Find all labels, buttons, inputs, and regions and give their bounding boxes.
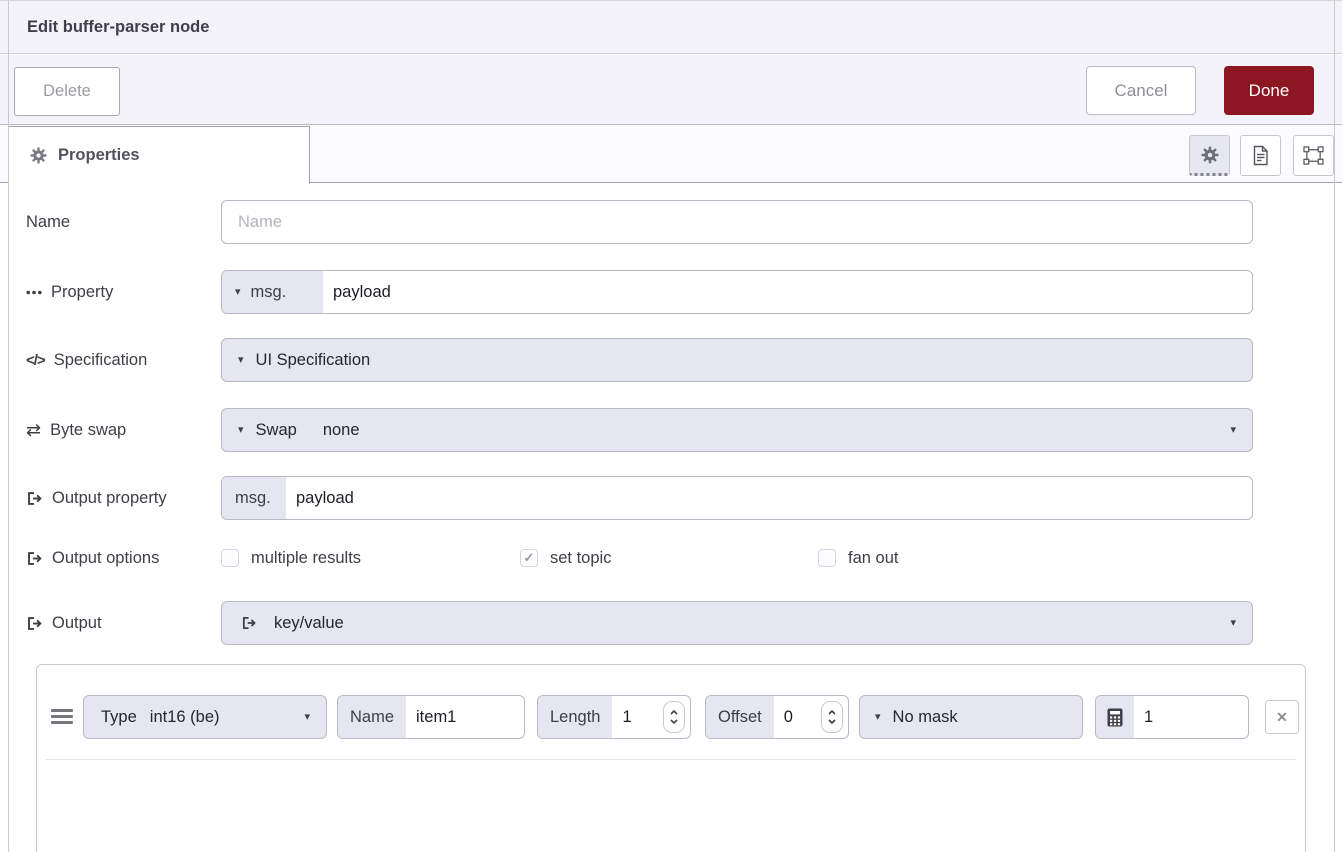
item-name-label: Name	[338, 696, 406, 738]
ellipsis-icon	[26, 290, 42, 295]
description-tab-button[interactable]	[1240, 135, 1281, 176]
name-input[interactable]	[222, 213, 1252, 232]
gear-icon	[1201, 146, 1219, 164]
dialog-right-border	[1334, 1, 1335, 852]
specification-label: </> Specification	[26, 338, 147, 382]
dialog-toolbar: Delete Cancel Done	[0, 55, 1342, 125]
sign-out-icon	[26, 490, 43, 507]
set-topic-option[interactable]: ✓ set topic	[520, 536, 611, 580]
chevron-down-icon: ▾	[875, 712, 881, 723]
output-select[interactable]: key/value ▾	[221, 601, 1253, 645]
dialog-title-bar: Edit buffer-parser node	[0, 1, 1342, 54]
multiple-results-checkbox[interactable]: ✓	[221, 549, 239, 567]
item-offset-label: Offset	[706, 696, 774, 738]
item-name-input[interactable]	[406, 708, 524, 727]
chevron-down-icon: ▾	[235, 287, 241, 298]
output-value: key/value	[274, 614, 344, 633]
close-icon: ✕	[1276, 709, 1288, 726]
sign-out-icon	[241, 615, 257, 631]
cancel-button[interactable]: Cancel	[1086, 66, 1196, 115]
name-label: Name	[26, 200, 70, 244]
items-list-container: Type int16 (be) ▾ Name Length	[36, 664, 1306, 852]
byte-swap-label: ⇄ Byte swap	[26, 408, 126, 452]
specification-select[interactable]: ▾ UI Specification	[221, 338, 1253, 382]
chevron-down-icon: ▾	[238, 425, 244, 436]
byte-swap-select[interactable]: ▾ Swap none ▾	[221, 408, 1253, 452]
item-scale-field	[1095, 695, 1249, 739]
item-mask-value: No mask	[893, 708, 958, 727]
output-property-input[interactable]	[286, 489, 1252, 508]
item-length-label: Length	[538, 696, 612, 738]
appearance-icon	[1303, 146, 1324, 165]
remove-item-button[interactable]: ✕	[1265, 700, 1299, 734]
item-offset-field: Offset	[705, 695, 849, 739]
gear-icon	[30, 147, 47, 164]
chevron-down-icon: ▾	[1230, 425, 1236, 436]
properties-form: Name Property ▾ msg. </> Specification	[9, 184, 1342, 852]
sign-out-icon	[26, 550, 43, 567]
output-property-field: msg.	[221, 476, 1253, 520]
output-label: Output	[26, 601, 102, 645]
item-offset-input[interactable]	[774, 708, 806, 727]
output-property-label: Output property	[26, 476, 167, 520]
item-length-field: Length	[537, 695, 691, 739]
delete-button[interactable]: Delete	[14, 67, 120, 116]
item-mask-select[interactable]: ▾ No mask	[859, 695, 1083, 739]
done-button[interactable]: Done	[1224, 66, 1314, 115]
length-stepper[interactable]	[663, 701, 685, 733]
item-type-value: int16 (be)	[150, 708, 220, 727]
edit-node-dialog: Edit buffer-parser node Delete Cancel Do…	[0, 0, 1342, 852]
fan-out-checkbox[interactable]: ✓	[818, 549, 836, 567]
appearance-tab-button[interactable]	[1293, 135, 1334, 176]
tab-properties[interactable]: Properties	[8, 126, 310, 184]
item-length-input[interactable]	[612, 708, 650, 727]
fan-out-option[interactable]: ✓ fan out	[818, 536, 898, 580]
item-type-select[interactable]: Type int16 (be) ▾	[83, 695, 327, 739]
drag-handle-icon[interactable]	[51, 709, 73, 724]
editor-tab-bar: Properties	[0, 126, 1342, 183]
multiple-results-option[interactable]: ✓ multiple results	[221, 536, 361, 580]
chevron-down-icon: ▾	[304, 712, 310, 723]
output-property-type[interactable]: msg.	[222, 477, 286, 519]
document-icon	[1251, 145, 1270, 166]
name-field	[221, 200, 1253, 244]
property-field: ▾ msg.	[221, 270, 1253, 314]
item-name-field: Name	[337, 695, 525, 739]
tab-properties-label: Properties	[58, 146, 140, 165]
offset-stepper[interactable]	[821, 701, 843, 733]
code-icon: </>	[26, 352, 45, 369]
byte-swap-value: none	[323, 421, 360, 440]
property-label: Property	[26, 270, 113, 314]
properties-tab-button[interactable]	[1189, 135, 1230, 176]
output-options-label: Output options	[26, 536, 159, 580]
property-type-select[interactable]: ▾ msg.	[222, 271, 323, 313]
dialog-title: Edit buffer-parser node	[27, 18, 209, 37]
set-topic-checkbox[interactable]: ✓	[520, 549, 538, 567]
calculator-icon	[1096, 696, 1134, 738]
sign-out-icon	[26, 615, 43, 632]
property-input[interactable]	[323, 283, 1252, 302]
item-row-divider	[46, 759, 1296, 760]
item-scale-input[interactable]	[1134, 708, 1248, 727]
chevron-down-icon: ▾	[1230, 618, 1236, 629]
item-type-label: Type	[101, 708, 137, 727]
swap-arrows-icon: ⇄	[26, 420, 41, 441]
chevron-down-icon: ▾	[238, 355, 244, 366]
dialog-left-border	[8, 1, 9, 852]
